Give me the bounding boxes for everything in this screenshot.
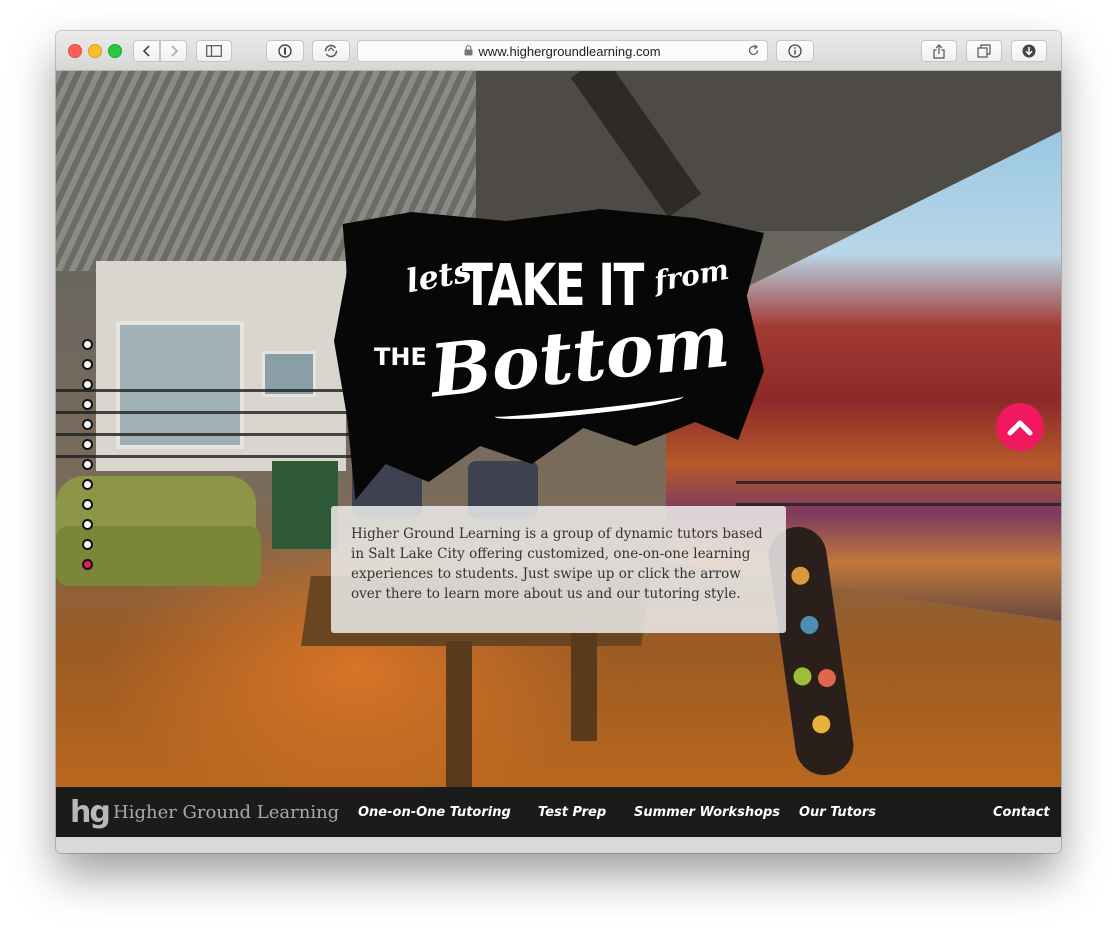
section-dot[interactable] [82,479,93,490]
sidebar-icon [206,45,222,57]
info-icon [788,44,802,58]
reload-icon[interactable] [747,44,760,60]
sync-icon [324,44,338,58]
browser-window: www.highergroundlearning.com lets TAKE I… [56,31,1061,853]
section-dot[interactable] [82,459,93,470]
section-dot[interactable] [82,339,93,350]
railing-line [736,503,1061,506]
section-dot[interactable] [82,519,93,530]
section-dot[interactable] [82,399,93,410]
railing-line [736,481,1061,484]
back-button[interactable] [133,40,160,62]
forward-icon [170,45,178,57]
background-shelf [272,461,338,549]
section-dot[interactable] [82,499,93,510]
minimize-window-button[interactable] [88,44,102,58]
lock-icon [464,44,473,59]
zoom-window-button[interactable] [108,44,122,58]
nav-test-prep[interactable]: Test Prep [538,805,606,820]
hero-section: lets TAKE IT from THE Bottom Higher Grou… [56,71,1061,787]
download-icon [1022,44,1036,58]
close-window-button[interactable] [68,44,82,58]
window-bottom-edge [56,837,1061,853]
forward-button[interactable] [160,40,187,62]
background-table-leg [446,641,472,787]
share-icon [933,43,945,59]
intro-text: Higher Ground Learning is a group of dyn… [351,526,763,602]
railing-line [56,389,356,392]
info-button[interactable] [776,40,814,62]
railing-line [56,411,356,414]
nav-summer-workshops[interactable]: Summer Workshops [634,805,780,820]
railing-line [56,433,356,436]
hero-the: THE [374,343,427,371]
tabs-icon [977,44,991,58]
password-icon [278,44,292,58]
url-text: www.highergroundlearning.com [478,43,661,59]
background-window [116,321,244,449]
section-dot-nav [82,339,94,579]
scroll-up-button[interactable] [996,403,1044,451]
sync-button[interactable] [312,40,350,62]
railing-line [56,455,356,458]
browser-toolbar: www.highergroundlearning.com [56,31,1061,71]
site-navbar: hg Higher Ground Learning One-on-One Tut… [56,787,1061,837]
back-icon [142,45,150,57]
logo-mark[interactable]: hg [70,795,111,830]
brand-name-link[interactable]: Higher Ground Learning [113,802,339,823]
share-button[interactable] [921,40,957,62]
chevron-up-icon [1007,420,1033,436]
section-dot[interactable] [82,439,93,450]
nav-one-on-one-tutoring[interactable]: One-on-One Tutoring [358,805,511,820]
background-table-leg [571,631,597,741]
section-dot[interactable] [82,539,93,550]
hero-from: from [651,252,732,299]
section-dot[interactable] [82,379,93,390]
nav-contact[interactable]: Contact [993,805,1050,820]
section-dot[interactable] [82,359,93,370]
hero-headline: lets TAKE IT from THE Bottom [374,251,733,431]
tabs-button[interactable] [966,40,1002,62]
section-dot[interactable] [82,559,93,570]
password-button[interactable] [266,40,304,62]
sidebar-button[interactable] [196,40,232,62]
section-dot[interactable] [82,419,93,430]
address-bar[interactable]: www.highergroundlearning.com [357,40,768,62]
downloads-button[interactable] [1011,40,1047,62]
nav-our-tutors[interactable]: Our Tutors [799,805,876,820]
intro-text-box: Higher Ground Learning is a group of dyn… [331,506,786,633]
